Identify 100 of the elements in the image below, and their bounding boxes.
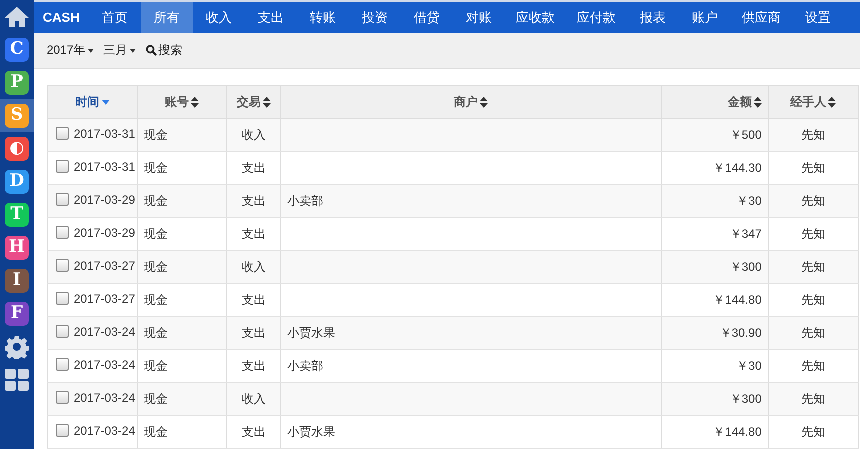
table-cell: 现金 — [144, 292, 168, 306]
column-header[interactable]: 交易 — [226, 86, 281, 118]
nav-tab[interactable]: 支出 — [244, 2, 297, 34]
nav-tab[interactable]: 所有 — [140, 2, 193, 34]
table-cell: 小贾水果 — [287, 326, 336, 340]
row-checkbox[interactable] — [56, 226, 69, 240]
table-cell: 先知 — [801, 358, 826, 372]
table-cell: 支出 — [242, 226, 266, 240]
table-cell: 收入 — [242, 392, 266, 406]
table-cell: 2017-03-27 — [74, 258, 136, 273]
nav-tab[interactable]: 投资 — [348, 2, 401, 34]
table-cell: 2017-03-29 — [74, 192, 136, 207]
table-cell: 支出 — [242, 424, 266, 438]
grid-icon[interactable] — [5, 368, 29, 390]
table-cell: 先知 — [801, 226, 826, 240]
table-cell: 现金 — [144, 326, 168, 340]
nav-tab[interactable]: 账户 — [678, 2, 731, 34]
table-cell: 先知 — [801, 424, 826, 438]
sort-icon — [828, 96, 836, 108]
row-checkbox[interactable] — [56, 358, 69, 372]
app-tile[interactable]: I — [5, 268, 29, 292]
table-cell: 支出 — [242, 194, 266, 208]
row-checkbox[interactable] — [56, 127, 69, 140]
nav-tab[interactable]: 对账 — [452, 2, 505, 34]
row-checkbox[interactable] — [56, 391, 69, 404]
table-cell: 先知 — [801, 260, 826, 274]
app-tile[interactable]: D — [5, 170, 29, 194]
column-header[interactable]: 经手人 — [768, 86, 858, 118]
table-cell: ￥347 — [730, 226, 762, 240]
column-header[interactable]: 金额 — [661, 86, 768, 118]
table-cell: ￥30.90 — [720, 326, 762, 340]
nav-tab[interactable]: 收入 — [192, 2, 245, 34]
search-icon — [146, 45, 157, 56]
app-tile[interactable]: C — [5, 38, 29, 62]
table-cell: 现金 — [144, 194, 168, 208]
table-cell: 现金 — [144, 160, 168, 174]
table-cell: 支出 — [242, 292, 266, 306]
row-checkbox[interactable] — [56, 325, 69, 338]
table-cell: 小卖部 — [287, 194, 324, 208]
table-cell: ￥30 — [736, 358, 762, 372]
home-icon[interactable] — [4, 6, 30, 28]
sort-icon — [262, 96, 271, 108]
row-checkbox[interactable] — [56, 160, 69, 174]
settings-icon[interactable] — [5, 334, 29, 358]
table-cell: 支出 — [242, 326, 266, 340]
table-cell: 收入 — [242, 260, 266, 274]
table-cell: 2017-03-27 — [74, 292, 136, 306]
nav-tab[interactable]: 转账 — [296, 2, 349, 34]
month-dropdown[interactable]: 三月 — [104, 42, 136, 60]
sort-icon — [754, 96, 762, 108]
table-cell: ￥30 — [736, 194, 762, 208]
brand-name: CASH — [42, 9, 81, 28]
caret-icon — [88, 48, 94, 53]
nav-tab[interactable]: 报表 — [626, 2, 679, 34]
table-cell: 现金 — [144, 226, 168, 240]
row-checkbox[interactable] — [56, 292, 69, 306]
table-cell: 2017-03-24 — [74, 424, 136, 438]
caret-icon — [130, 48, 136, 53]
app-tile[interactable]: ◐ — [5, 136, 29, 160]
table-cell: 2017-03-31 — [74, 126, 136, 141]
search-button[interactable]: 搜索 — [146, 42, 183, 60]
nav-tab[interactable]: 首页 — [88, 2, 141, 34]
row-checkbox[interactable] — [56, 424, 69, 438]
year-dropdown[interactable]: 2017年 — [47, 42, 94, 60]
table-cell: ￥144.30 — [713, 160, 762, 174]
table-cell: 先知 — [801, 392, 826, 406]
table-cell: 小贾水果 — [287, 424, 336, 438]
table-cell: 先知 — [801, 160, 826, 174]
nav-tab[interactable]: 应付款 — [566, 2, 627, 34]
table-cell: ￥144.80 — [713, 424, 762, 438]
table-cell: 现金 — [144, 260, 168, 274]
table-cell: 2017-03-24 — [74, 390, 136, 405]
table-cell: 现金 — [144, 424, 168, 438]
table-cell: ￥300 — [730, 260, 762, 274]
column-header[interactable]: 账号 — [138, 86, 227, 118]
table-cell: 2017-03-31 — [74, 160, 136, 174]
row-checkbox[interactable] — [56, 193, 69, 206]
app-tile[interactable]: F — [5, 302, 29, 326]
nav-tab[interactable]: 应收款 — [504, 2, 566, 34]
column-header[interactable]: 时间 — [48, 86, 138, 118]
table-cell: 2017-03-24 — [74, 324, 136, 339]
table-cell: 现金 — [144, 358, 168, 372]
table-cell: 现金 — [144, 128, 168, 142]
table-cell: 2017-03-24 — [74, 358, 136, 372]
column-header[interactable]: 商户 — [280, 86, 662, 118]
app-tile[interactable]: H — [5, 236, 29, 260]
table-cell: 现金 — [144, 392, 168, 406]
nav-tab[interactable]: 设置 — [792, 2, 844, 34]
nav-tab[interactable]: 借贷 — [400, 2, 453, 34]
sort-descending-icon — [102, 100, 110, 104]
table-cell: 先知 — [801, 194, 826, 208]
table-cell: 先知 — [801, 292, 826, 306]
sort-icon — [480, 96, 488, 108]
sort-icon — [191, 96, 200, 108]
nav-tab[interactable]: 供应商 — [730, 2, 792, 34]
table-cell: ￥300 — [730, 392, 762, 406]
table-cell: 支出 — [242, 358, 266, 372]
table-cell: 先知 — [801, 128, 826, 142]
row-checkbox[interactable] — [56, 259, 69, 272]
table-cell: 小卖部 — [287, 358, 324, 372]
